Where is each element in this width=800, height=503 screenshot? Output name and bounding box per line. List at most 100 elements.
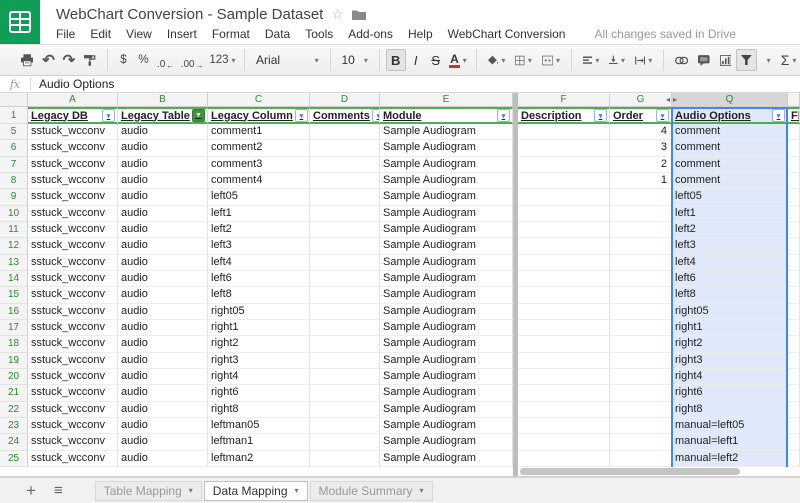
column-letter-D[interactable]: D — [310, 93, 380, 107]
filter-button[interactable] — [736, 49, 757, 71]
cell[interactable]: sstuck_wcconv — [28, 206, 118, 222]
filter-dropdown-button[interactable]: ▾ — [594, 109, 607, 122]
header-cell-F[interactable]: Description▾ — [518, 107, 610, 124]
cell[interactable] — [310, 385, 380, 401]
cell[interactable]: Sample Audiogram — [380, 222, 513, 238]
cell[interactable] — [518, 189, 610, 205]
cell[interactable] — [788, 173, 800, 189]
cell[interactable]: 2 — [610, 157, 672, 173]
cell[interactable] — [310, 238, 380, 254]
insert-comment-button[interactable] — [693, 49, 715, 71]
freeze-pane-divider[interactable] — [513, 93, 518, 477]
text-wrap-button[interactable]: ▾ — [630, 49, 657, 71]
header-cell-A[interactable]: Legacy DB▾ — [28, 107, 118, 124]
cell[interactable] — [788, 434, 800, 450]
cell[interactable]: audio — [118, 124, 208, 140]
cell[interactable] — [610, 320, 672, 336]
cell[interactable]: Sample Audiogram — [380, 124, 513, 140]
cell[interactable]: comment4 — [208, 173, 310, 189]
cell[interactable]: left2 — [672, 222, 788, 238]
cell[interactable]: sstuck_wcconv — [28, 173, 118, 189]
filter-dropdown-button[interactable]: ▾ — [295, 109, 308, 122]
redo-button[interactable]: ↷ — [59, 49, 79, 71]
cell[interactable]: sstuck_wcconv — [28, 418, 118, 434]
more-formats-button[interactable]: 123 ▾ — [207, 49, 239, 71]
cell[interactable]: right6 — [208, 385, 310, 401]
cell[interactable]: comment1 — [208, 124, 310, 140]
row-number-14[interactable]: 14 — [0, 271, 28, 287]
cell[interactable] — [518, 369, 610, 385]
cell[interactable]: left4 — [672, 255, 788, 271]
cell[interactable] — [788, 287, 800, 303]
cell[interactable]: left3 — [208, 238, 310, 254]
italic-button[interactable]: I — [406, 49, 426, 71]
cell[interactable]: audio — [118, 451, 208, 467]
star-icon[interactable]: ☆ — [331, 6, 344, 23]
row-number-5[interactable]: 5 — [0, 124, 28, 140]
cell[interactable] — [610, 402, 672, 418]
horizontal-scrollbar[interactable] — [520, 468, 740, 475]
cell[interactable]: right1 — [672, 320, 788, 336]
cell[interactable] — [788, 402, 800, 418]
cell[interactable] — [518, 304, 610, 320]
cell[interactable] — [310, 271, 380, 287]
menu-file[interactable]: File — [56, 27, 75, 41]
cell[interactable] — [518, 418, 610, 434]
cell[interactable]: Sample Audiogram — [380, 434, 513, 450]
cell[interactable] — [610, 271, 672, 287]
row-number-13[interactable]: 13 — [0, 255, 28, 271]
cell[interactable] — [310, 402, 380, 418]
cell[interactable] — [610, 434, 672, 450]
cell[interactable]: leftman2 — [208, 451, 310, 467]
cell[interactable]: sstuck_wcconv — [28, 304, 118, 320]
cell[interactable] — [788, 385, 800, 401]
cell[interactable]: audio — [118, 385, 208, 401]
cell[interactable]: audio — [118, 173, 208, 189]
cell[interactable]: sstuck_wcconv — [28, 385, 118, 401]
cell[interactable] — [610, 255, 672, 271]
print-button[interactable] — [16, 49, 38, 71]
cell[interactable]: Sample Audiogram — [380, 402, 513, 418]
cell[interactable] — [310, 255, 380, 271]
cell[interactable]: sstuck_wcconv — [28, 255, 118, 271]
cell[interactable]: left6 — [208, 271, 310, 287]
cell[interactable]: Sample Audiogram — [380, 238, 513, 254]
cell[interactable]: right2 — [208, 336, 310, 352]
cell[interactable]: audio — [118, 206, 208, 222]
row-number-23[interactable]: 23 — [0, 418, 28, 434]
cell[interactable]: right8 — [208, 402, 310, 418]
bold-button[interactable]: B — [386, 49, 406, 71]
cell[interactable]: leftman1 — [208, 434, 310, 450]
fill-color-button[interactable]: ▾ — [483, 49, 510, 71]
cell[interactable]: right8 — [672, 402, 788, 418]
cell[interactable]: sstuck_wcconv — [28, 189, 118, 205]
menu-data[interactable]: Data — [265, 27, 290, 41]
cell[interactable] — [788, 369, 800, 385]
row-number-16[interactable]: 16 — [0, 304, 28, 320]
cell[interactable] — [610, 385, 672, 401]
cell[interactable]: comment2 — [208, 140, 310, 156]
cell[interactable] — [610, 222, 672, 238]
font-family-select[interactable]: Arial ▾ — [251, 49, 324, 71]
cell[interactable] — [788, 353, 800, 369]
menu-view[interactable]: View — [126, 27, 152, 41]
cell[interactable]: sstuck_wcconv — [28, 369, 118, 385]
row-number-25[interactable]: 25 — [0, 451, 28, 467]
header-cell-Q[interactable]: Audio Options▾ — [672, 107, 788, 124]
tab-module-summary[interactable]: Module Summary ▾ — [310, 481, 433, 501]
cell[interactable]: Sample Audiogram — [380, 418, 513, 434]
filter-dropdown-button[interactable]: ▾ — [497, 109, 510, 122]
row-number-17[interactable]: 17 — [0, 320, 28, 336]
cell[interactable]: audio — [118, 353, 208, 369]
header-cell-G[interactable]: Order▾ — [610, 107, 672, 124]
cell[interactable]: sstuck_wcconv — [28, 157, 118, 173]
cell[interactable]: comment — [672, 173, 788, 189]
cell[interactable] — [310, 353, 380, 369]
cell[interactable] — [518, 124, 610, 140]
cell[interactable] — [788, 206, 800, 222]
cell[interactable]: manual=left05 — [672, 418, 788, 434]
cell[interactable]: right05 — [672, 304, 788, 320]
menu-addons[interactable]: Add-ons — [348, 27, 393, 41]
header-cell-C[interactable]: Legacy Column▾ — [208, 107, 310, 124]
cell[interactable] — [518, 320, 610, 336]
